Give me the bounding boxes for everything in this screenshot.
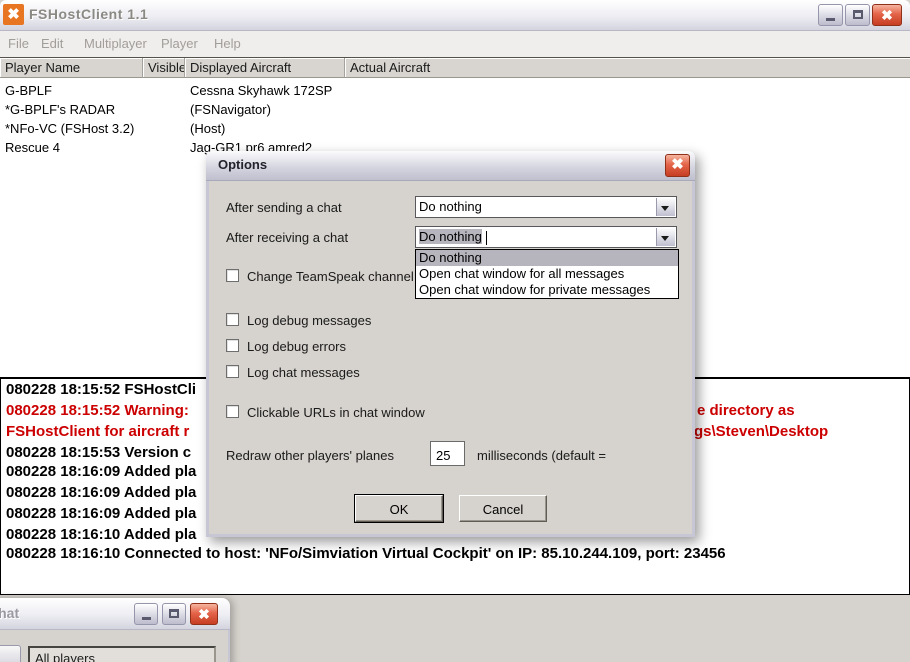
after-sending-chat-select[interactable]: Do nothing (415, 196, 677, 218)
minimize-icon (826, 18, 835, 21)
options-dialog-title: Options (218, 157, 267, 172)
option-do-nothing[interactable]: Do nothing (416, 250, 678, 266)
column-header-actual-aircraft[interactable]: Actual Aircraft (345, 58, 910, 78)
after-receiving-chat-options-list: Do nothing Open chat window for all mess… (415, 249, 679, 299)
redraw-interval-input[interactable] (430, 441, 465, 466)
chat-recipient-value: All players (35, 651, 95, 662)
log-line: 080228 18:16:09 Added pla (6, 463, 196, 480)
log-debug-messages-checkbox[interactable] (226, 313, 239, 326)
log-line: 080228 18:16:10 Connected to host: 'NFo/… (6, 545, 726, 562)
log-line: 080228 18:16:09 Added pla (6, 505, 196, 522)
cancel-button[interactable]: Cancel (459, 495, 547, 522)
options-close-button[interactable]: ✖ (665, 154, 690, 177)
column-header-player-name[interactable]: Player Name (0, 58, 143, 78)
chat-window-title: Chat (0, 605, 19, 621)
close-icon: ✖ (198, 606, 210, 622)
menu-multiplayer[interactable]: Multiplayer (84, 36, 147, 51)
after-receiving-chat-select[interactable]: Do nothing (415, 226, 677, 248)
title-bar: ✖ FSHostClient 1.1 ✖ (0, 0, 910, 31)
chat-maximize-button[interactable] (162, 603, 186, 625)
close-icon: ✖ (671, 156, 684, 173)
options-dialog: Options ✖ After sending a chat Do nothin… (206, 151, 695, 537)
after-receiving-chat-value: Do nothing (419, 229, 482, 244)
after-sending-chat-value: Do nothing (419, 199, 482, 214)
redraw-units-label: milliseconds (default = (477, 448, 606, 463)
chat-close-button[interactable]: ✖ (190, 603, 218, 625)
menu-player[interactable]: Player (161, 36, 198, 51)
player-name-cell: Rescue 4 (5, 140, 60, 155)
text-caret (486, 231, 487, 245)
app-icon: ✖ (3, 4, 24, 25)
log-line: 080228 18:16:10 Added pla (6, 526, 196, 543)
option-open-all-messages[interactable]: Open chat window for all messages (416, 266, 678, 282)
log-line: FSHostClient for aircraft rgs\Steven\Des… (6, 423, 189, 440)
chat-send-button[interactable] (0, 645, 21, 662)
log-debug-errors-checkbox[interactable] (226, 339, 239, 352)
chevron-down-icon[interactable] (656, 198, 675, 216)
menu-bar: File Edit Multiplayer Player Help (0, 31, 910, 57)
displayed-aircraft-cell: (Host) (190, 121, 225, 136)
column-header-displayed-aircraft[interactable]: Displayed Aircraft (185, 58, 345, 78)
option-open-private-messages[interactable]: Open chat window for private messages (416, 282, 678, 298)
after-sending-chat-label: After sending a chat (226, 200, 342, 215)
teamspeak-checkbox-label: Change TeamSpeak channel (247, 269, 414, 284)
redraw-planes-label: Redraw other players' planes (226, 448, 394, 463)
menu-edit[interactable]: Edit (41, 36, 63, 51)
window-title: FSHostClient 1.1 (29, 6, 148, 22)
log-line: 080228 18:15:52 Warning:e directory as (6, 402, 189, 419)
teamspeak-checkbox[interactable] (226, 269, 239, 282)
log-debug-messages-label: Log debug messages (247, 313, 371, 328)
options-title-bar: Options ✖ (206, 151, 695, 181)
options-dialog-body: After sending a chat Do nothing After re… (209, 180, 692, 534)
player-name-cell: G-BPLF (5, 83, 52, 98)
maximize-button[interactable] (845, 4, 870, 26)
chevron-down-icon[interactable] (656, 228, 675, 246)
clickable-urls-checkbox[interactable] (226, 405, 239, 418)
column-header-visible[interactable]: Visible (143, 58, 185, 78)
maximize-icon (169, 609, 179, 618)
chat-recipient-select[interactable]: All players (28, 646, 216, 662)
menu-help[interactable]: Help (214, 36, 241, 51)
player-name-cell: *NFo-VC (FSHost 3.2) (5, 121, 134, 136)
log-line: 080228 18:15:52 FSHostCli (6, 381, 196, 398)
displayed-aircraft-cell: Cessna Skyhawk 172SP (190, 83, 332, 98)
log-debug-errors-label: Log debug errors (247, 339, 346, 354)
menu-file[interactable]: File (8, 36, 29, 51)
log-line: 080228 18:16:09 Added pla (6, 484, 196, 501)
chat-minimize-button[interactable] (134, 603, 158, 625)
log-line: 080228 18:15:53 Version c (6, 444, 191, 461)
maximize-icon (853, 10, 863, 19)
chat-title-bar: Chat ✖ (0, 598, 230, 630)
ok-button[interactable]: OK (355, 495, 443, 522)
after-receiving-chat-label: After receiving a chat (226, 230, 348, 245)
close-icon: ✖ (881, 7, 893, 23)
log-chat-messages-checkbox[interactable] (226, 365, 239, 378)
chat-window: Chat ✖ All players (0, 598, 230, 662)
close-button[interactable]: ✖ (872, 4, 902, 26)
clickable-urls-label: Clickable URLs in chat window (247, 405, 425, 420)
minimize-button[interactable] (818, 4, 843, 26)
displayed-aircraft-cell: (FSNavigator) (190, 102, 271, 117)
log-chat-messages-label: Log chat messages (247, 365, 360, 380)
minimize-icon (142, 617, 151, 620)
fshostclient-window: ✖ FSHostClient 1.1 ✖ File Edit Multiplay… (0, 0, 910, 662)
player-name-cell: *G-BPLF's RADAR (5, 102, 115, 117)
